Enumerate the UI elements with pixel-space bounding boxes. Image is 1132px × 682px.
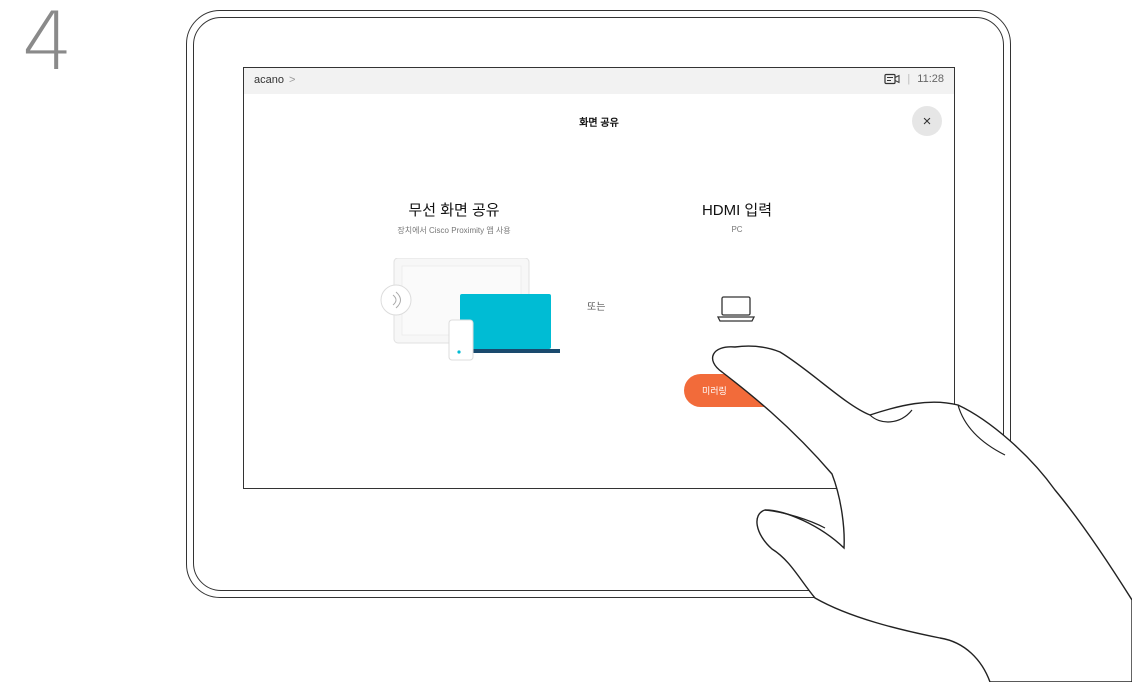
close-icon: × xyxy=(922,112,932,130)
close-button[interactable]: × xyxy=(912,106,942,136)
modal-title: 화면 공유 xyxy=(579,118,619,129)
status-right: | 11:28 xyxy=(884,73,944,85)
brand-breadcrumb[interactable]: acano > xyxy=(254,74,295,86)
wireless-share-title: 무선 화면 공유 xyxy=(408,202,500,219)
touch-screen: acano > | 11:28 화면 공유 × 무선 화면 공유 장치에서 Ci… xyxy=(243,67,955,489)
status-separator: | xyxy=(907,73,911,85)
step-number: 4 xyxy=(22,0,73,88)
hdmi-input-title: HDMI 입력 xyxy=(701,202,773,219)
clock-time: 11:28 xyxy=(917,73,944,85)
laptop-icon xyxy=(716,295,756,328)
mirror-button[interactable]: 미러링 xyxy=(684,374,780,407)
wireless-share-subtitle: 장치에서 Cisco Proximity 앱 사용 xyxy=(397,226,511,235)
or-label: 또는 xyxy=(587,302,606,313)
brand-label: acano xyxy=(254,74,284,86)
camera-screen-icon[interactable] xyxy=(884,73,900,85)
chevron-right-icon: > xyxy=(289,74,296,86)
hdmi-input-subtitle: PC xyxy=(731,225,743,234)
mirror-button-label: 미러링 xyxy=(702,386,727,396)
laptop-phone-wireless-illustration xyxy=(374,257,564,368)
status-bar: acano > | 11:28 xyxy=(244,68,954,94)
